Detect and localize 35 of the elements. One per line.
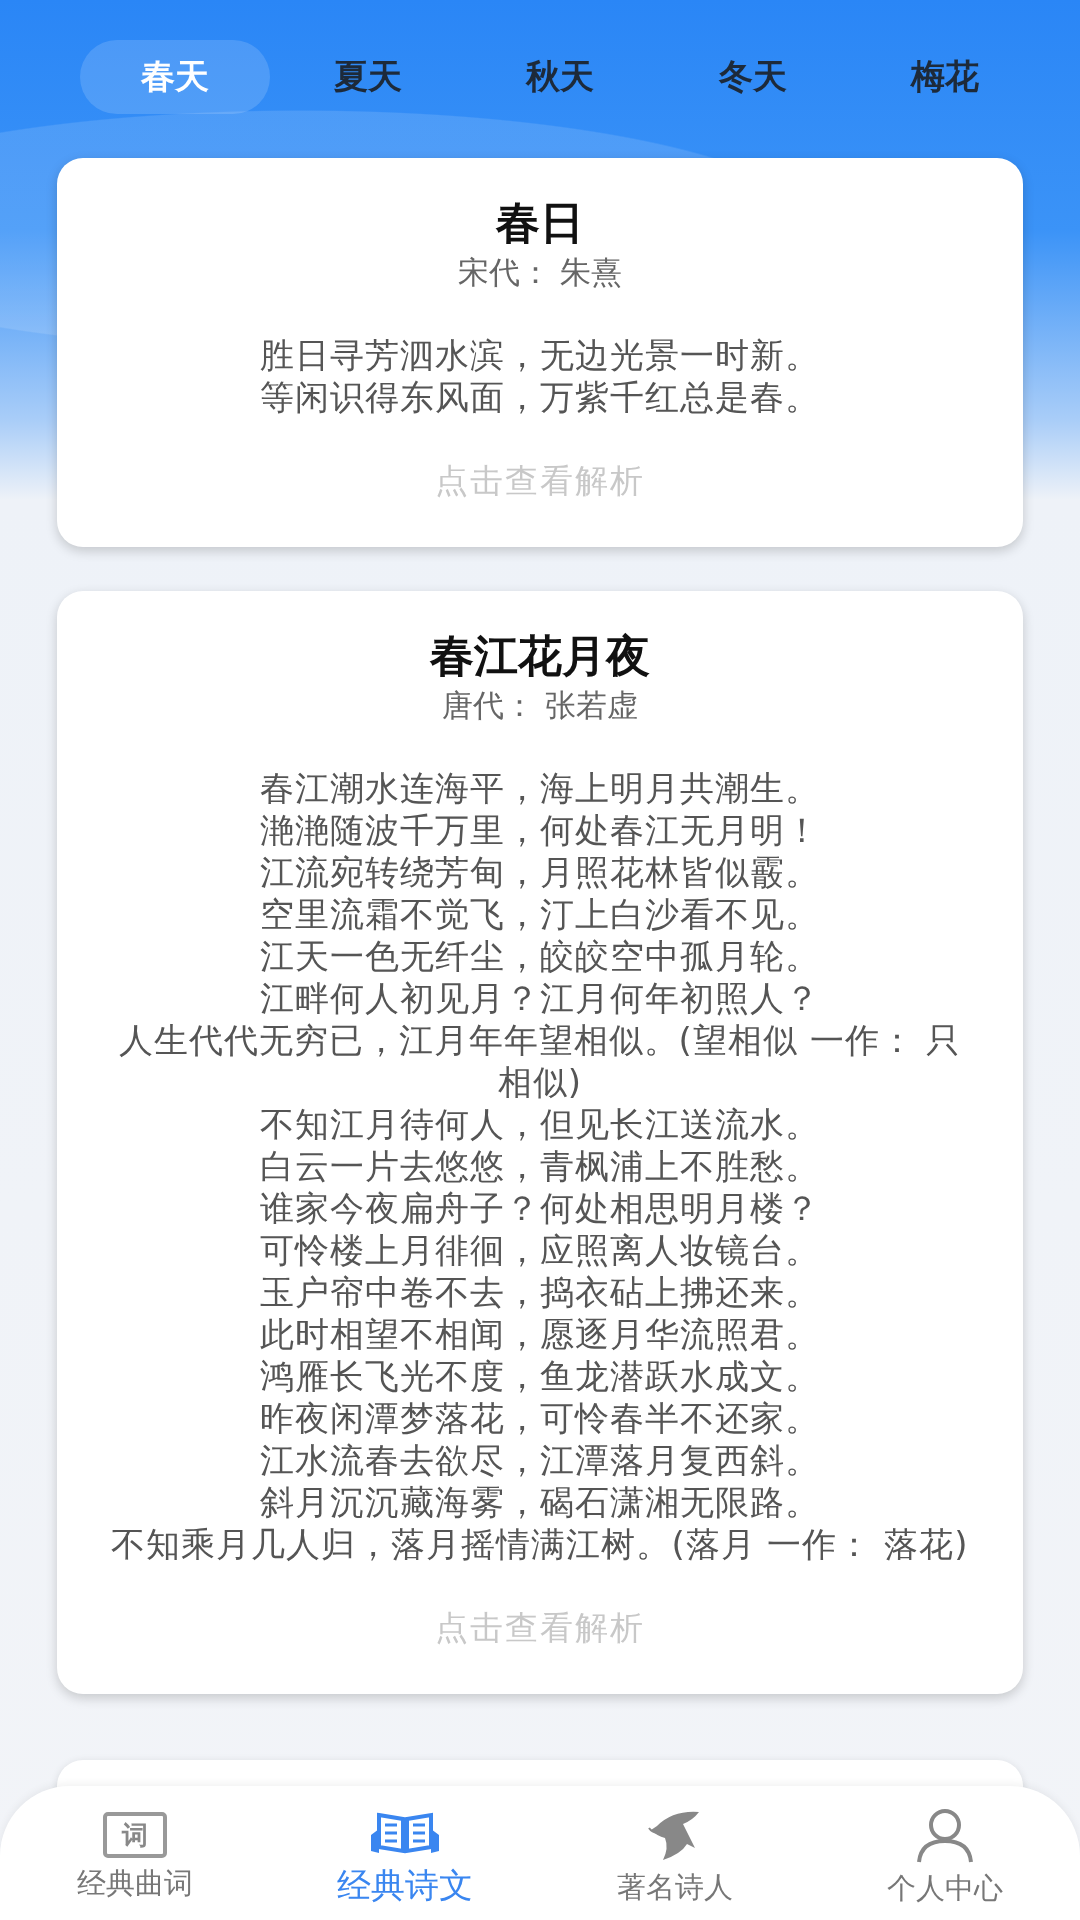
- season-tab[interactable]: 春天: [80, 40, 270, 114]
- season-tab[interactable]: 秋天: [465, 40, 655, 114]
- book-icon: 词: [103, 1812, 167, 1858]
- season-tab[interactable]: 夏天: [272, 40, 463, 114]
- poem-line: 鸿雁长飞光不度，鱼龙潜跃水成文。: [260, 1355, 820, 1397]
- poem-line: 可怜楼上月徘徊，应照离人妆镜台。: [260, 1229, 820, 1271]
- poem-line: 此时相望不相闻，愿逐月华流照君。: [260, 1313, 820, 1355]
- nav-item[interactable]: 个人中心: [810, 1786, 1080, 1920]
- poem-line: 昨夜闲潭梦落花，可怜春半不还家。: [260, 1397, 820, 1439]
- season-tab[interactable]: 梅花: [850, 40, 1040, 114]
- poem-line: 等闲识得东风面，万紫千红总是春。: [260, 376, 820, 418]
- poem-line: 江水流春去欲尽，江潭落月复西斜。: [260, 1439, 820, 1481]
- poem-line: 胜日寻芳泗水滨，无边光景一时新。: [260, 334, 820, 376]
- poem-title: 春日: [496, 196, 584, 250]
- user-icon: [915, 1807, 975, 1863]
- poem-line: 不知江月待何人，但见长江送流水。: [260, 1103, 820, 1145]
- poem-author: 唐代： 张若虚: [442, 686, 638, 725]
- poem-line: 不知乘月几人归，落月摇情满江树。(落月 一作： 落花): [111, 1523, 969, 1565]
- poem-line: 空里流霜不觉飞，汀上白沙看不见。: [260, 893, 820, 935]
- poem-line: 江畔何人初见月？江月何年初照人？: [260, 977, 820, 1019]
- nav-item[interactable]: 词 经典曲词: [0, 1786, 270, 1920]
- season-tab[interactable]: 冬天: [657, 40, 848, 114]
- poem-line: 江天一色无纤尘，皎皎空中孤月轮。: [260, 935, 820, 977]
- poem-line: 斜月沉沉藏海雾，碣石潇湘无限路。: [260, 1481, 820, 1523]
- poem-line: 滟滟随波千万里，何处春江无月明！: [260, 809, 820, 851]
- poem-author: 宋代： 朱熹: [457, 253, 623, 292]
- poem-line: 玉户帘中卷不去，捣衣砧上拂还来。: [260, 1271, 820, 1313]
- poem-title: 春江花月夜: [430, 629, 650, 683]
- poem-line: 江流宛转绕芳甸，月照花林皆似霰。: [260, 851, 820, 893]
- nav-item[interactable]: 著名诗人: [540, 1786, 810, 1920]
- poem-line: 谁家今夜扁舟子？何处相思明月楼？: [260, 1187, 820, 1229]
- poem-line: 人生代代无穷已，江月年年望相似。(望相似 一作： 只相似): [117, 1019, 963, 1103]
- poem-line: 春江潮水连海平，海上明月共潮生。: [260, 767, 820, 809]
- poem-line: 白云一片去悠悠，青枫浦上不胜愁。: [260, 1145, 820, 1187]
- nav-item[interactable]: 经典诗文: [270, 1786, 540, 1920]
